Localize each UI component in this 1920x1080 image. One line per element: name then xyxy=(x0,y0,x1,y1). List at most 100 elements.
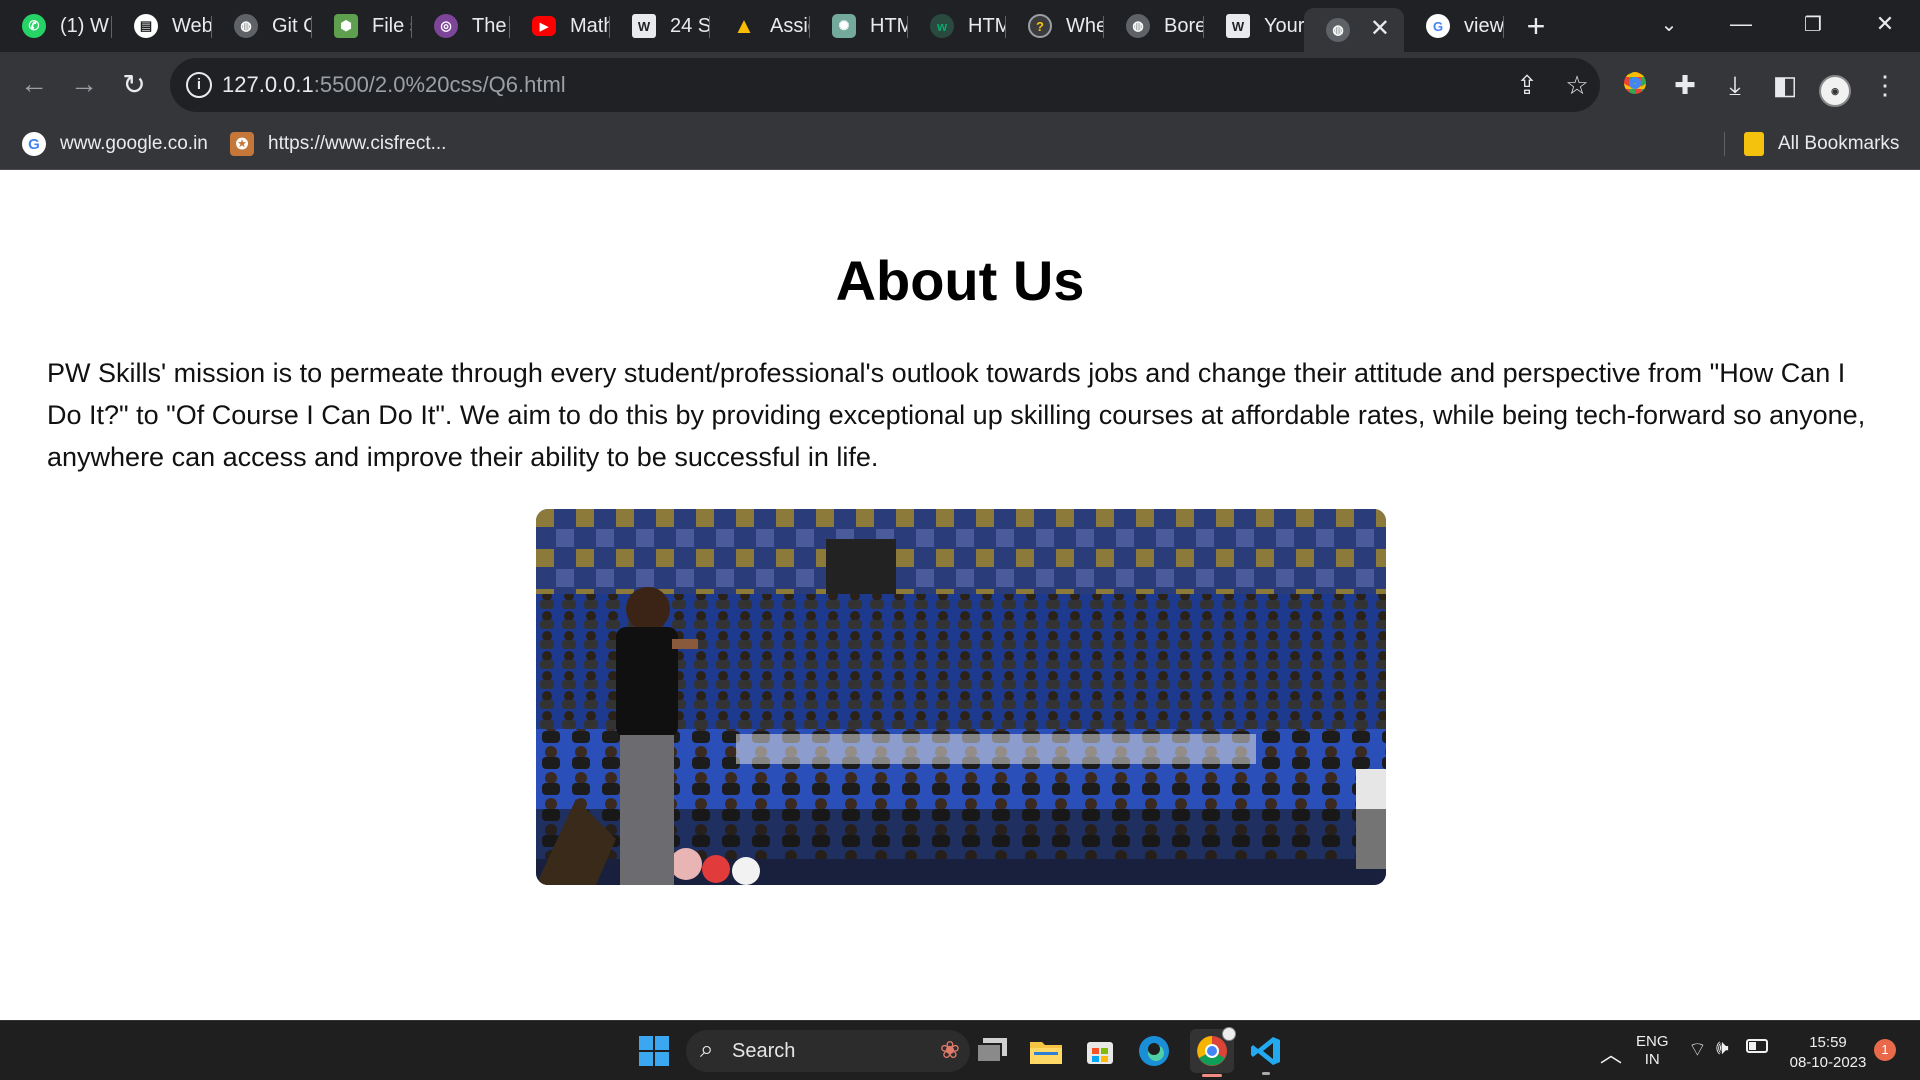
globe-icon: ◍ xyxy=(234,14,258,38)
tab-label: (1) W xyxy=(60,14,109,37)
tab-label: The xyxy=(472,14,507,37)
microsoft-store-icon[interactable] xyxy=(1080,1031,1120,1071)
tab-search-chevron-icon[interactable]: ⌄ xyxy=(1640,0,1698,48)
bookmark-star-icon[interactable]: ☆ xyxy=(1560,68,1594,102)
show-hidden-icons-chevron-icon[interactable]: ︿ xyxy=(1600,1037,1622,1069)
close-tab-icon[interactable]: ✕ xyxy=(1370,14,1390,43)
search-icon: ⌕ xyxy=(700,1036,714,1063)
tab-label: Your xyxy=(1264,14,1304,37)
tab-label: Git C xyxy=(272,14,312,37)
search-highlight-icon: ❀ xyxy=(939,1037,960,1064)
chrome-extension-icon[interactable] xyxy=(1618,68,1652,102)
taskbar-search[interactable]: ⌕ Search ❀ xyxy=(686,1030,970,1072)
tab-htm-1[interactable]: ✺ HTM xyxy=(810,8,908,44)
question-icon: ? xyxy=(1028,14,1052,38)
tab-label: view xyxy=(1464,14,1504,37)
language-indicator[interactable]: ENG IN xyxy=(1636,1033,1669,1069)
globe-icon: ◍ xyxy=(1326,18,1350,42)
site-info-icon[interactable]: i xyxy=(186,72,212,98)
windows-taskbar: ⌕ Search ❀ ︿ ENG IN ⌔ 🕪 15:59 08-10-2023… xyxy=(0,1020,1920,1080)
whatsapp-icon: ✆ xyxy=(22,14,46,38)
tab-label: Assig xyxy=(770,14,810,37)
tab-strip: ✆ (1) W ▤ Web ◍ Git C ⬢ File s ◎ The ▶ M… xyxy=(0,0,1920,52)
youtube-icon: ▶ xyxy=(532,16,556,36)
download-icon[interactable]: ⤓ xyxy=(1718,68,1752,102)
tab-label: 24 S xyxy=(670,14,710,37)
url-text[interactable]: 127.0.0.1:5500/2.0%20css/Q6.html xyxy=(222,72,566,98)
tor-icon: ◎ xyxy=(434,14,458,38)
tab-label: File s xyxy=(372,14,412,37)
tab-label: HTM xyxy=(968,14,1006,37)
notification-badge[interactable]: 1 xyxy=(1874,1039,1896,1061)
about-paragraph: PW Skills' mission is to permeate throug… xyxy=(47,358,1866,472)
web-app-icon: ▤ xyxy=(134,14,158,38)
browser-window: ✆ (1) W ▤ Web ◍ Git C ⬢ File s ◎ The ▶ M… xyxy=(0,0,1920,1080)
share-icon[interactable]: ⇪ xyxy=(1510,68,1544,102)
browser-toolbar: ← → ↻ i 127.0.0.1:5500/2.0%20css/Q6.html… xyxy=(0,52,1920,118)
cisf-emblem-icon: ✪ xyxy=(230,132,254,156)
folder-icon xyxy=(1744,132,1764,156)
address-bar[interactable]: i 127.0.0.1:5500/2.0%20css/Q6.html ⇪ ☆ xyxy=(170,58,1600,112)
clock[interactable]: 15:59 08-10-2023 xyxy=(1788,1033,1868,1073)
tab-whe[interactable]: ? Whe xyxy=(1006,8,1104,44)
all-bookmarks-button[interactable]: All Bookmarks xyxy=(1744,130,1899,158)
edge-browser-icon[interactable] xyxy=(1134,1031,1174,1071)
close-window-button[interactable]: ✕ xyxy=(1856,0,1914,48)
globe-icon: ◍ xyxy=(1126,14,1150,38)
running-app-indicator xyxy=(1262,1072,1270,1075)
reload-button[interactable]: ↻ xyxy=(114,64,154,104)
clock-date: 08-10-2023 xyxy=(1789,1054,1867,1071)
tab-view[interactable]: G view xyxy=(1404,8,1504,44)
tab-label: HTM xyxy=(870,14,908,37)
wordpress-icon: W xyxy=(632,14,656,38)
audience-photo xyxy=(536,509,1386,885)
vscode-icon[interactable] xyxy=(1246,1031,1286,1075)
bookmark-label: https://www.cisfrect... xyxy=(268,133,447,154)
forward-button[interactable]: → xyxy=(64,64,104,104)
file-explorer-icon[interactable] xyxy=(1026,1031,1066,1071)
wordpress-icon: W xyxy=(1226,14,1250,38)
back-button[interactable]: ← xyxy=(14,64,54,104)
search-label: Search xyxy=(732,1040,796,1062)
tab-whatsapp[interactable]: ✆ (1) W xyxy=(0,8,112,44)
minimize-button[interactable]: — xyxy=(1712,0,1770,48)
audience-photo-image xyxy=(536,509,1386,885)
nodejs-icon: ⬢ xyxy=(334,14,358,38)
wifi-icon[interactable]: ⌔ xyxy=(1688,1037,1707,1062)
tab-label: Bore xyxy=(1164,14,1204,37)
tab-bore[interactable]: ◍ Bore xyxy=(1104,8,1204,44)
page-content: About Us PW Skills' mission is to permea… xyxy=(0,170,1920,1020)
tab-your[interactable]: W Your xyxy=(1204,8,1304,44)
chatgpt-icon: ✺ xyxy=(832,14,856,38)
new-tab-button[interactable]: + xyxy=(1518,8,1554,44)
tab-web[interactable]: ▤ Web xyxy=(112,8,212,44)
all-bookmarks-label: All Bookmarks xyxy=(1778,133,1900,154)
side-panel-icon[interactable]: ◧ xyxy=(1768,68,1802,102)
restore-button[interactable]: ❐ xyxy=(1784,0,1842,48)
battery-icon[interactable] xyxy=(1746,1039,1768,1053)
tab-htm-2[interactable]: w HTM xyxy=(908,8,1006,44)
extensions-puzzle-icon[interactable]: ✚ xyxy=(1668,68,1702,102)
bookmark-google[interactable]: G www.google.co.in xyxy=(22,130,208,158)
chrome-taskbar-icon[interactable] xyxy=(1190,1027,1236,1077)
tab-assig[interactable]: ▲ Assig xyxy=(710,8,810,44)
menu-kebab-icon[interactable]: ⋮ xyxy=(1868,68,1902,102)
tab-file[interactable]: ⬢ File s xyxy=(312,8,412,44)
clock-time: 15:59 xyxy=(1809,1034,1847,1051)
windows-start-icon[interactable] xyxy=(634,1031,674,1071)
volume-icon[interactable]: 🕪 xyxy=(1716,1037,1729,1060)
task-view-icon[interactable] xyxy=(972,1031,1012,1071)
tab-24s[interactable]: W 24 S xyxy=(610,8,710,44)
google-icon: G xyxy=(1426,14,1450,38)
bookmarks-divider xyxy=(1724,132,1725,156)
profile-avatar[interactable]: ◉ xyxy=(1818,68,1852,107)
tab-label: Math xyxy=(570,14,610,37)
tab-git[interactable]: ◍ Git C xyxy=(212,8,312,44)
w3schools-icon: w xyxy=(930,14,954,38)
bookmark-label: www.google.co.in xyxy=(60,133,208,154)
tab-math[interactable]: ▶ Math xyxy=(510,8,610,44)
tab-the[interactable]: ◎ The xyxy=(412,8,510,44)
tab-label: Whe xyxy=(1066,14,1104,37)
tab-active[interactable]: ◍ ✕ xyxy=(1304,8,1404,52)
bookmark-cisf[interactable]: ✪ https://www.cisfrect... xyxy=(230,130,446,158)
